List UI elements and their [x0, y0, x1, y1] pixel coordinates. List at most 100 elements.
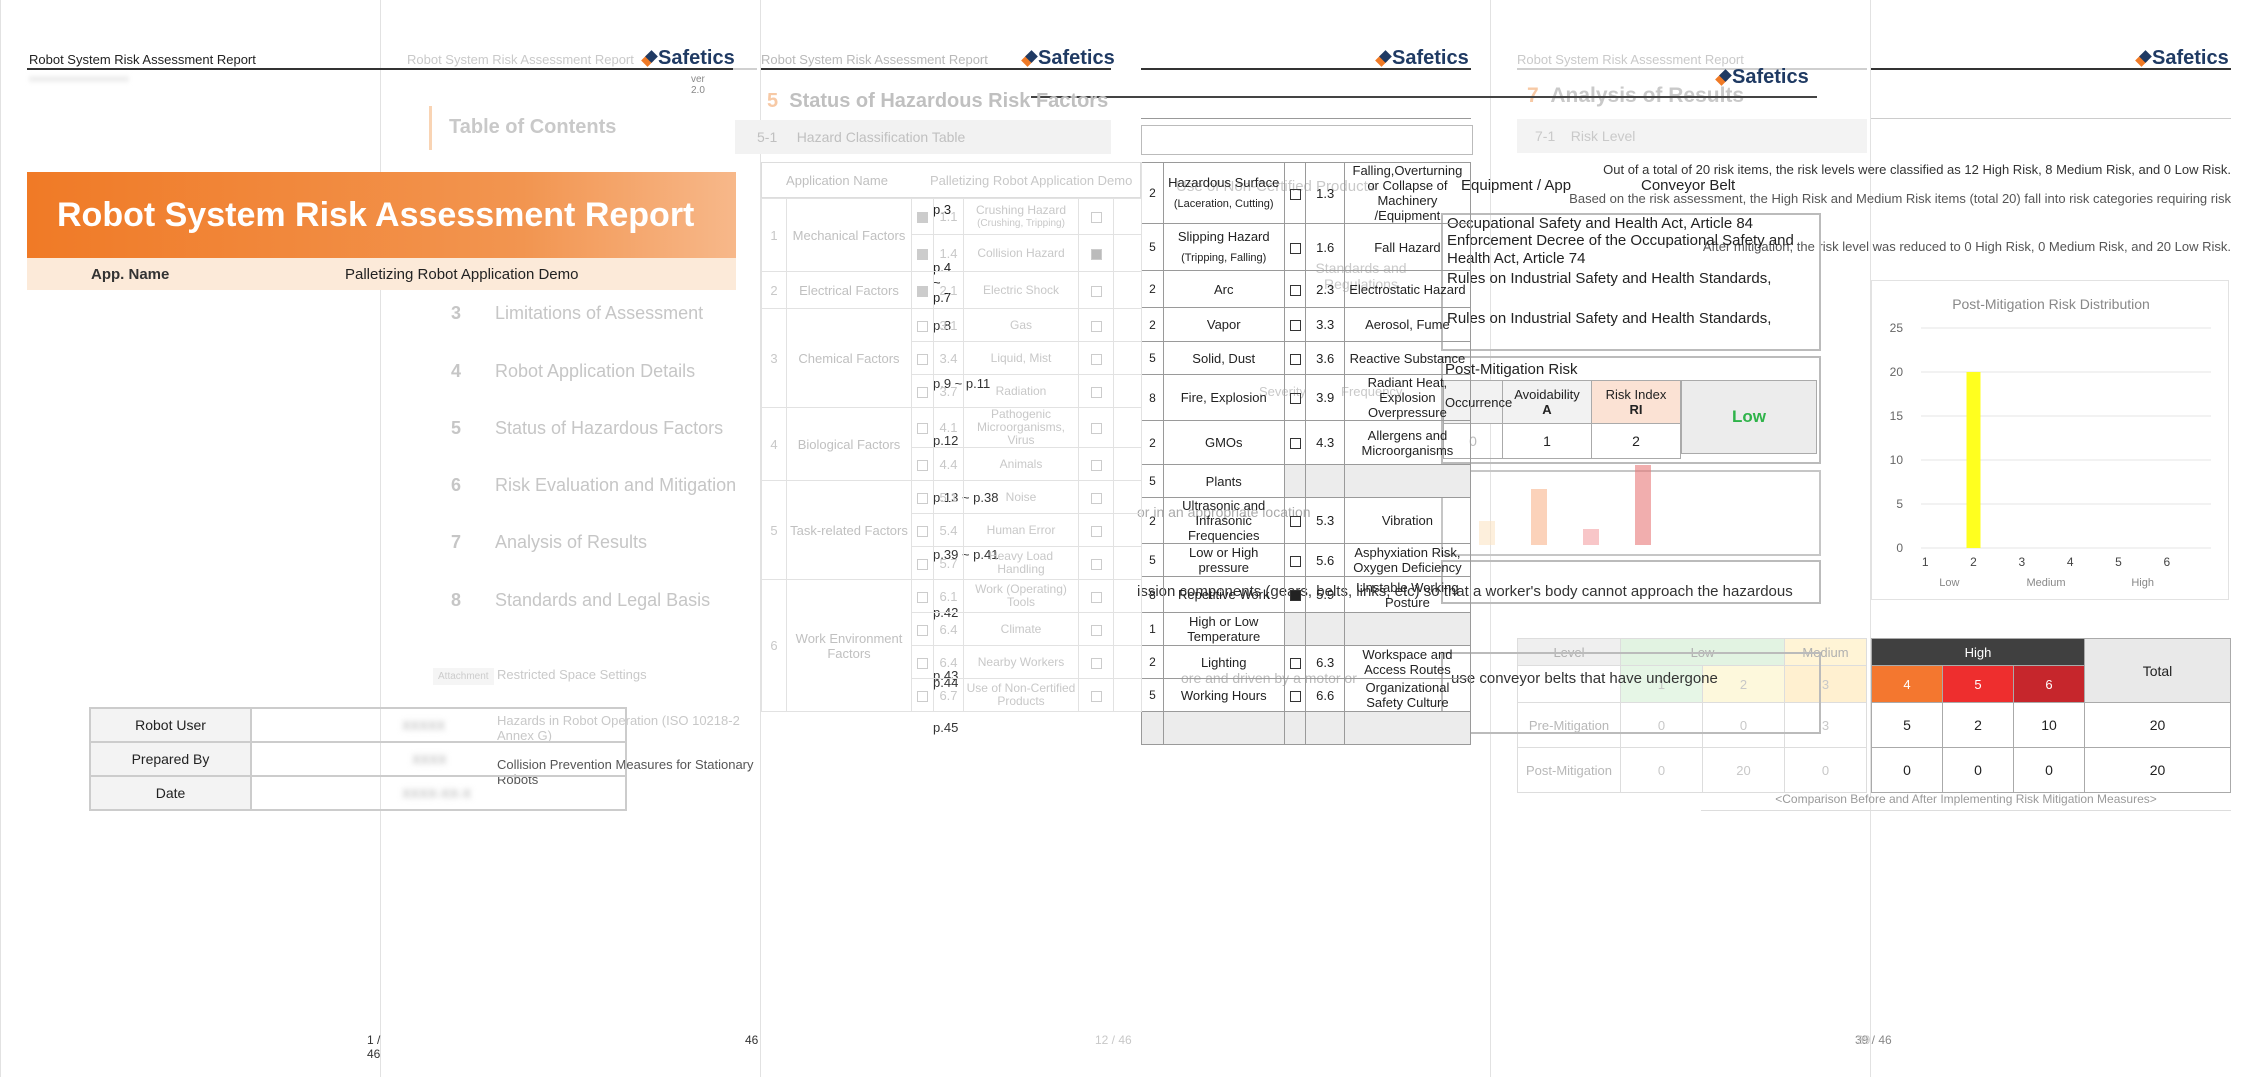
faint-bar [1531, 489, 1547, 545]
page-analysis: Safetics Out of a total of 20 risk items… [1569, 0, 2251, 1077]
cover-page-no: 1 / 46 [367, 1033, 381, 1061]
hazard-name: GMOs [1162, 420, 1285, 465]
conveyor-text: use conveyor belts that have undergone [1451, 670, 1718, 687]
attachment-badge: Attachment [433, 668, 494, 685]
hazard-checkbox[interactable] [1283, 464, 1307, 498]
hazard-check-faint-2[interactable] [1078, 198, 1114, 235]
hazard-checkbox[interactable] [1283, 645, 1307, 679]
hazard-checkbox[interactable] [1283, 162, 1307, 224]
hazard-check-faint[interactable] [911, 645, 934, 679]
hazard-checkbox[interactable] [1283, 576, 1307, 613]
hazard-check-faint-2[interactable] [1078, 579, 1114, 613]
cover-header-title: Robot System Risk Assessment Report [29, 52, 256, 67]
hazard-row-faint: 4 Biological Factors 4.1 Pathogenic Microor… [761, 407, 1143, 481]
x-tick-label: 4 [2067, 555, 2074, 569]
hazard-code: 6.7 [933, 678, 964, 712]
hazard-row: 5 Solid, Dust 3.6 Reactive Substance [1141, 341, 1472, 375]
toc-item[interactable]: 3 Limitations of Assessment [451, 303, 703, 324]
hazard-check-faint[interactable] [911, 480, 934, 514]
hazard-check-faint-2[interactable] [1078, 374, 1114, 408]
hazard-check-faint[interactable] [911, 513, 934, 547]
safetics-mark-icon [1021, 49, 1038, 67]
safetics-mark-icon [1715, 68, 1732, 86]
hazard-check-faint-2[interactable] [1078, 308, 1114, 342]
hazard-check-faint[interactable] [911, 678, 934, 712]
hazard-row: 8 Repetitive Work 5.9 Unstable Working Post… [1141, 576, 1472, 613]
page-toc: Robot System Risk Assessment Report Tabl… [380, 0, 1143, 1077]
hazard-name: Electric Shock [963, 271, 1079, 309]
hazard-checkbox[interactable] [1283, 420, 1307, 465]
hazard-checkbox[interactable] [1283, 270, 1307, 308]
hazard-check-faint-2[interactable] [1078, 645, 1114, 679]
measures-box-2 [1441, 652, 1821, 734]
hazard-check-faint[interactable] [911, 374, 934, 408]
toc-item[interactable]: 8 Standards and Legal Basis [451, 590, 710, 611]
hazard-checkbox[interactable] [1283, 223, 1307, 271]
toc-item[interactable]: 4 Robot Application Details [451, 361, 695, 382]
toc-item-label: Status of Hazardous Factors [495, 418, 724, 438]
hazard-checkbox[interactable] [1283, 307, 1307, 342]
toc-item-label: Risk Evaluation and Mitigation [495, 475, 737, 495]
hazard-check-faint[interactable] [911, 612, 934, 646]
hazard-check-faint[interactable] [911, 579, 934, 613]
group-name: Biological Factors [786, 407, 912, 481]
hazard-check-faint-2[interactable] [1078, 612, 1114, 646]
hazard-check-faint[interactable] [911, 234, 934, 272]
hazard-check-faint[interactable] [911, 341, 934, 375]
hazard-check-faint-2[interactable] [1078, 480, 1114, 514]
hazard-code: 5.7 [933, 546, 964, 580]
hazard-check-faint-2[interactable] [1078, 447, 1114, 481]
x-tick-label: 6 [2163, 555, 2170, 569]
hazard-code-tail: 2 [1141, 497, 1164, 544]
attachment-page: p.45 [933, 720, 959, 735]
hazard-check-faint-2[interactable] [1078, 546, 1114, 580]
hazard-checkbox[interactable] [1283, 543, 1307, 577]
hazard-checkbox[interactable] [1283, 497, 1307, 544]
toc-item[interactable]: 7 Analysis of Results [451, 532, 647, 553]
hazard-name-2: Organizational Safety Culture [1343, 678, 1472, 712]
toc-item[interactable]: 5 Status of Hazardous Factors [451, 418, 723, 439]
hazard-code-tail: 8 [1141, 576, 1164, 613]
hazard-check-faint-2[interactable] [1078, 271, 1114, 309]
x-group-label: Medium [2026, 577, 2065, 589]
hazard-code-tail: 2 [1141, 270, 1164, 308]
hazard-name: Liquid, Mist [963, 341, 1079, 375]
hazard-check-faint[interactable] [911, 447, 934, 481]
hazard-check-faint[interactable] [911, 271, 934, 309]
hazard-checkbox[interactable] [1283, 612, 1307, 646]
pre-total: 20 [2084, 702, 2231, 748]
hazard-check-faint[interactable] [911, 407, 934, 448]
hazard-row: 2 Hazardous Surface (Laceration, Cutting) 1… [1141, 162, 1472, 224]
pre-6: 10 [2013, 702, 2085, 748]
hazard-code-2: 5.9 [1305, 576, 1345, 613]
hazard-check-faint[interactable] [911, 198, 934, 235]
hazard-name-2: Radiant Heat, Explosion Overpressure [1343, 374, 1472, 421]
hazard-check-faint-2[interactable] [1078, 513, 1114, 547]
hazard-code-2: 3.6 [1305, 341, 1345, 375]
score-4: 4 [1871, 665, 1943, 703]
toc-item[interactable]: 6 Risk Evaluation and Mitigation [451, 475, 736, 496]
hazard-check-faint-2[interactable] [1078, 341, 1114, 375]
hazard-check-faint[interactable] [911, 308, 934, 342]
toc-header-title: Robot System Risk Assessment Report [407, 52, 634, 67]
hazard-name-2 [1343, 612, 1472, 646]
analysis-subsection: 7-1 Risk Level [1517, 119, 1867, 153]
hazard-row-faint: 6 Work Environment Factors 6.1 Work (Operat… [761, 579, 1143, 712]
hazard-check-faint-2[interactable] [1078, 678, 1114, 712]
y-tick-label: 5 [1896, 497, 1903, 511]
hazard-checkbox[interactable] [1283, 341, 1307, 375]
hazard-row: 5 Low or High pressure 5.6 Asphyxiation Ris… [1141, 543, 1472, 577]
safetics-logo-cover: Safetics [641, 47, 735, 70]
hazard-section-title: 5 Status of Hazardous Risk Factors [767, 90, 1109, 112]
group-num: 4 [761, 407, 787, 481]
y-tick-label: 20 [1890, 365, 1904, 379]
hazard-name: Working Hours [1162, 678, 1285, 712]
group-name: Chemical Factors [786, 308, 912, 408]
hazard-name-2: Fall Hazard [1343, 223, 1472, 271]
hazard-check-faint-2[interactable] [1078, 234, 1114, 272]
hazard-code: 6.4 [933, 612, 964, 646]
hazard-checkbox[interactable] [1283, 678, 1307, 712]
hazard-check-faint[interactable] [911, 546, 934, 580]
hazard-check-faint-2[interactable] [1078, 407, 1114, 448]
hazard-checkbox[interactable] [1283, 374, 1307, 421]
